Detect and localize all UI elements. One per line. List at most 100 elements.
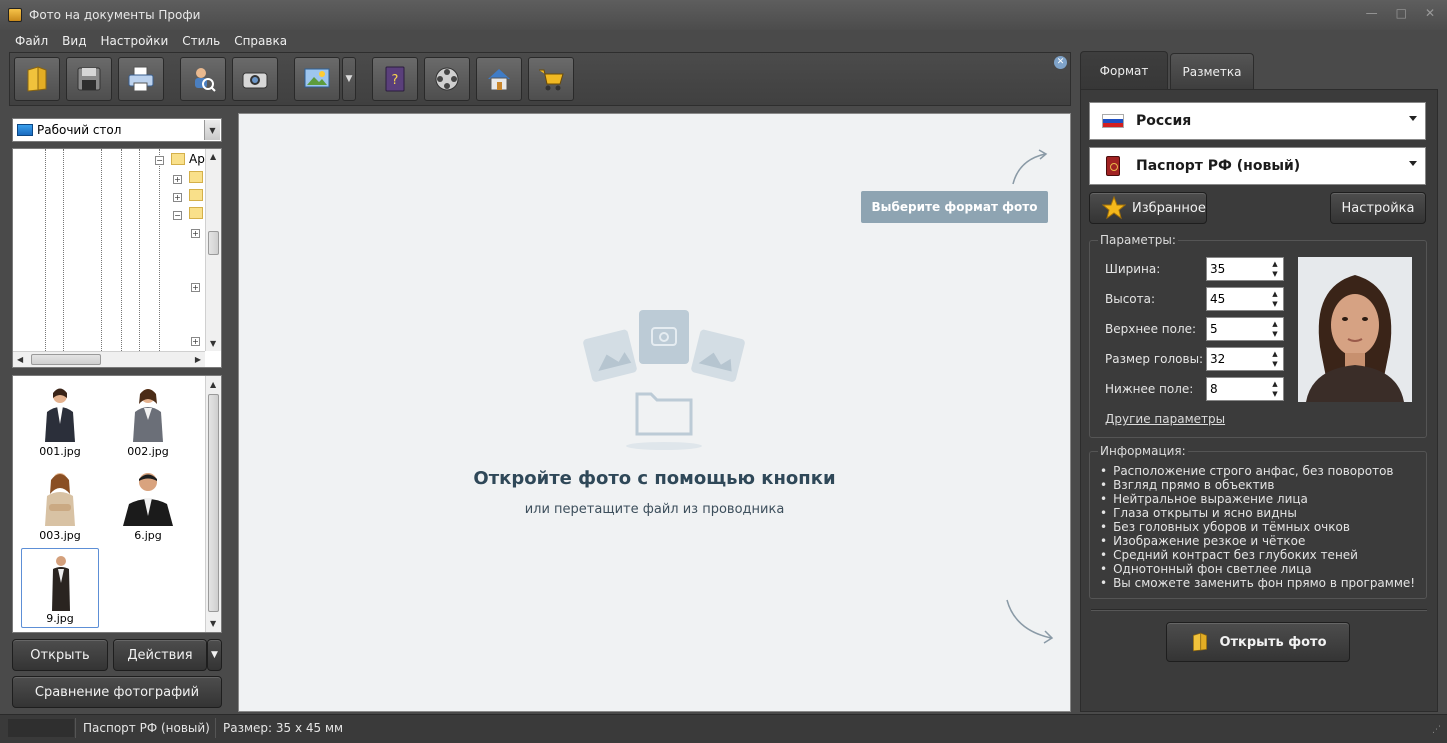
menu-help[interactable]: Справка bbox=[227, 34, 294, 48]
thumbnail-scrollbar[interactable]: ▲ ▼ bbox=[205, 376, 221, 632]
save-button[interactable] bbox=[66, 57, 112, 101]
camera-icon bbox=[242, 72, 268, 89]
favorites-label: Избранное bbox=[1132, 200, 1206, 216]
scroll-thumb[interactable] bbox=[208, 231, 219, 255]
scroll-down-icon[interactable]: ▼ bbox=[210, 339, 216, 348]
thumbnail-item[interactable]: 6.jpg bbox=[109, 464, 187, 544]
list-item: Нейтральное выражение лица bbox=[1100, 492, 1415, 506]
folder-icon bbox=[189, 189, 203, 201]
menu-style[interactable]: Стиль bbox=[175, 34, 227, 48]
tree-item-label[interactable]: Ap bbox=[189, 152, 205, 166]
tree-collapse-toggle[interactable]: − bbox=[173, 211, 182, 220]
video-button[interactable] bbox=[424, 57, 470, 101]
camera-button[interactable] bbox=[232, 57, 278, 101]
top-margin-stepper[interactable]: 5 ▲ ▼ bbox=[1206, 317, 1284, 341]
thumbnail-item[interactable]: 002.jpg bbox=[109, 380, 187, 460]
tree-expand-toggle[interactable]: + bbox=[191, 283, 200, 292]
actions-dropdown[interactable]: ▼ bbox=[207, 639, 222, 671]
photo-editor-dropdown[interactable]: ▼ bbox=[342, 57, 356, 101]
spin-arrows-icon[interactable]: ▲ ▼ bbox=[1268, 319, 1282, 339]
scroll-up-icon[interactable]: ▲ bbox=[210, 380, 216, 389]
resize-grip-icon[interactable]: ⋰ bbox=[1432, 725, 1441, 735]
divider bbox=[1091, 609, 1427, 611]
compare-photos-button[interactable]: Сравнение фотографий bbox=[12, 676, 222, 708]
open-photo-button[interactable]: Открыть фото bbox=[1166, 622, 1350, 662]
spin-arrows-icon[interactable]: ▲ ▼ bbox=[1268, 289, 1282, 309]
information-title: Информация: bbox=[1098, 444, 1188, 458]
passport-icon bbox=[1106, 156, 1120, 176]
tree-expand-toggle[interactable]: + bbox=[191, 337, 200, 346]
tree-collapse-toggle[interactable]: − bbox=[155, 156, 164, 165]
bottom-margin-stepper[interactable]: 8 ▲ ▼ bbox=[1206, 377, 1284, 401]
open-folder-button[interactable] bbox=[14, 57, 60, 101]
desktop-icon bbox=[17, 124, 33, 136]
person-photo-icon bbox=[123, 473, 173, 526]
menu-bar: Файл Вид Настройки Стиль Справка bbox=[0, 30, 1447, 52]
bottom-margin-value: 8 bbox=[1210, 382, 1218, 396]
folder-tree[interactable]: − Ap + + − + + + ▲ ▼ ◀ ▶ bbox=[12, 148, 222, 368]
favorites-button[interactable]: Избранное bbox=[1089, 192, 1207, 224]
choose-format-hint: Выберите формат фото bbox=[861, 191, 1048, 223]
thumbnail-label: 9.jpg bbox=[46, 612, 74, 625]
photos-folder-illustration bbox=[583, 310, 745, 450]
spin-arrows-icon[interactable]: ▲ ▼ bbox=[1268, 379, 1282, 399]
chevron-down-icon[interactable]: ▼ bbox=[204, 120, 220, 140]
film-reel-icon bbox=[435, 67, 459, 91]
help-button[interactable]: ? bbox=[372, 57, 418, 101]
thumbnail-item[interactable]: 003.jpg bbox=[21, 464, 99, 544]
app-icon bbox=[8, 8, 22, 22]
tree-expand-toggle[interactable]: + bbox=[173, 175, 182, 184]
height-stepper[interactable]: 45 ▲ ▼ bbox=[1206, 287, 1284, 311]
scroll-right-icon[interactable]: ▶ bbox=[195, 355, 201, 364]
menu-settings[interactable]: Настройки bbox=[93, 34, 175, 48]
scroll-up-icon[interactable]: ▲ bbox=[210, 152, 216, 161]
curved-arrow-icon bbox=[1006, 599, 1054, 644]
window-controls: — □ ✕ bbox=[1366, 6, 1435, 20]
print-button[interactable] bbox=[118, 57, 164, 101]
find-photo-button[interactable] bbox=[180, 57, 226, 101]
home-button[interactable] bbox=[476, 57, 522, 101]
tab-format[interactable]: Формат bbox=[1080, 51, 1168, 89]
tree-vertical-scrollbar[interactable]: ▲ ▼ bbox=[205, 149, 221, 351]
menu-file[interactable]: Файл bbox=[8, 34, 55, 48]
photo-editor-button[interactable] bbox=[294, 57, 340, 101]
person-photo-icon bbox=[52, 556, 70, 611]
spin-arrows-icon[interactable]: ▲ ▼ bbox=[1268, 259, 1282, 279]
country-select[interactable]: Россия bbox=[1089, 102, 1426, 140]
person-photo-icon bbox=[45, 388, 75, 442]
scroll-thumb[interactable] bbox=[208, 394, 219, 612]
open-photo-label: Открыть фото bbox=[1219, 634, 1327, 650]
tab-layout[interactable]: Разметка bbox=[1170, 53, 1254, 89]
head-size-stepper[interactable]: 32 ▲ ▼ bbox=[1206, 347, 1284, 371]
tree-expand-toggle[interactable]: + bbox=[173, 193, 182, 202]
tree-guide bbox=[45, 149, 46, 353]
tree-horizontal-scrollbar[interactable]: ◀ ▶ bbox=[13, 351, 205, 367]
requirements-list: Расположение строго анфас, без поворотов… bbox=[1100, 464, 1415, 590]
shop-button[interactable] bbox=[528, 57, 574, 101]
tree-expand-toggle[interactable]: + bbox=[191, 229, 200, 238]
tree-guide bbox=[121, 149, 122, 353]
actions-button[interactable]: Действия bbox=[113, 639, 207, 671]
thumbnail-item-selected[interactable]: 9.jpg bbox=[21, 548, 99, 628]
settings-button[interactable]: Настройка bbox=[1330, 192, 1426, 224]
scroll-down-icon[interactable]: ▼ bbox=[210, 619, 216, 628]
home-icon bbox=[488, 69, 510, 91]
open-button[interactable]: Открыть bbox=[12, 639, 108, 671]
document-select[interactable]: Паспорт РФ (новый) bbox=[1089, 147, 1426, 185]
close-icon[interactable]: ✕ bbox=[1425, 6, 1435, 20]
width-stepper[interactable]: 35 ▲ ▼ bbox=[1206, 257, 1284, 281]
photo-workspace[interactable]: Выберите формат фото Откройте фото с пом… bbox=[238, 113, 1071, 712]
maximize-icon[interactable]: □ bbox=[1396, 6, 1407, 20]
menu-view[interactable]: Вид bbox=[55, 34, 93, 48]
minimize-icon[interactable]: — bbox=[1366, 6, 1378, 20]
thumbnail-item[interactable]: 001.jpg bbox=[21, 380, 99, 460]
title-bar: Фото на документы Профи — □ ✕ bbox=[0, 0, 1447, 30]
other-parameters-link[interactable]: Другие параметры bbox=[1105, 412, 1225, 426]
folder-icon bbox=[189, 207, 203, 219]
folder-select[interactable]: Рабочий стол ▼ bbox=[12, 118, 222, 142]
scroll-thumb[interactable] bbox=[31, 354, 101, 365]
parameters-title: Параметры: bbox=[1098, 233, 1178, 247]
scroll-left-icon[interactable]: ◀ bbox=[17, 355, 23, 364]
spin-arrows-icon[interactable]: ▲ ▼ bbox=[1268, 349, 1282, 369]
close-toolbar-icon[interactable]: ✕ bbox=[1054, 56, 1067, 69]
